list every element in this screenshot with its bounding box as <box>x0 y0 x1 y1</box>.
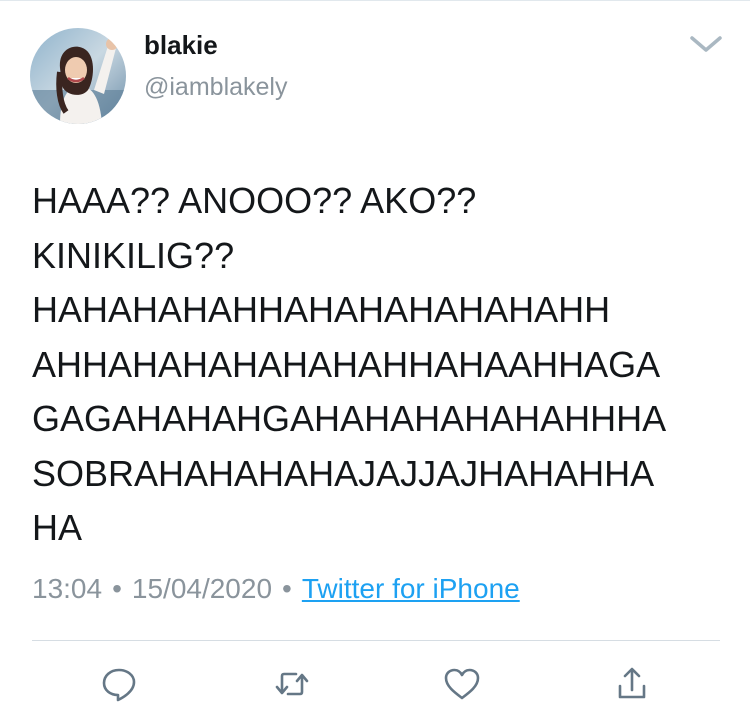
share-icon <box>618 667 646 699</box>
user-handle[interactable]: @iamblakely <box>144 73 287 102</box>
avatar[interactable] <box>30 28 126 124</box>
retweet-button[interactable] <box>272 664 312 704</box>
more-options-button[interactable] <box>688 30 724 58</box>
tweet-text-line: KINIKILIG?? <box>32 234 235 276</box>
actions-divider <box>32 640 720 641</box>
tweet-meta: 13:04 • 15/04/2020 • Twitter for iPhone <box>32 573 520 605</box>
tweet-source-link[interactable]: Twitter for iPhone <box>302 573 520 604</box>
tweet-time: 13:04 <box>32 573 103 604</box>
like-button[interactable] <box>442 664 482 704</box>
tweet-text-line: AHHAHAHAHAHAHAHHAHAAHHAGA <box>32 343 661 385</box>
meta-separator: • <box>282 573 292 604</box>
chevron-down-icon <box>690 36 722 52</box>
tweet-text: HAAA?? ANOOO?? AKO?? KINIKILIG?? HAHAHAH… <box>32 174 732 556</box>
tweet-text-line: GAGAHAHAHGAHAHAHAHAHAHHHA <box>32 398 667 439</box>
like-icon <box>444 668 480 700</box>
tweet-text-line: HAHAHAHAHHAHAHAHAHAHAHH <box>32 289 611 330</box>
tweet-text-line: SOBRAHAHAHAHAJAJJAJHAHAHHA <box>32 452 655 494</box>
tweet-text-line: HAAA?? ANOOO?? AKO?? <box>32 180 477 221</box>
reply-icon <box>102 668 136 702</box>
top-divider <box>0 0 750 1</box>
reply-button[interactable] <box>99 664 139 704</box>
display-name[interactable]: blakie <box>144 30 218 61</box>
tweet-text-line: HA <box>32 507 83 548</box>
tweet-date: 15/04/2020 <box>131 573 273 604</box>
retweet-icon <box>275 672 309 696</box>
meta-separator: • <box>112 573 122 604</box>
profile-photo-icon <box>30 28 126 124</box>
share-button[interactable] <box>612 664 652 704</box>
